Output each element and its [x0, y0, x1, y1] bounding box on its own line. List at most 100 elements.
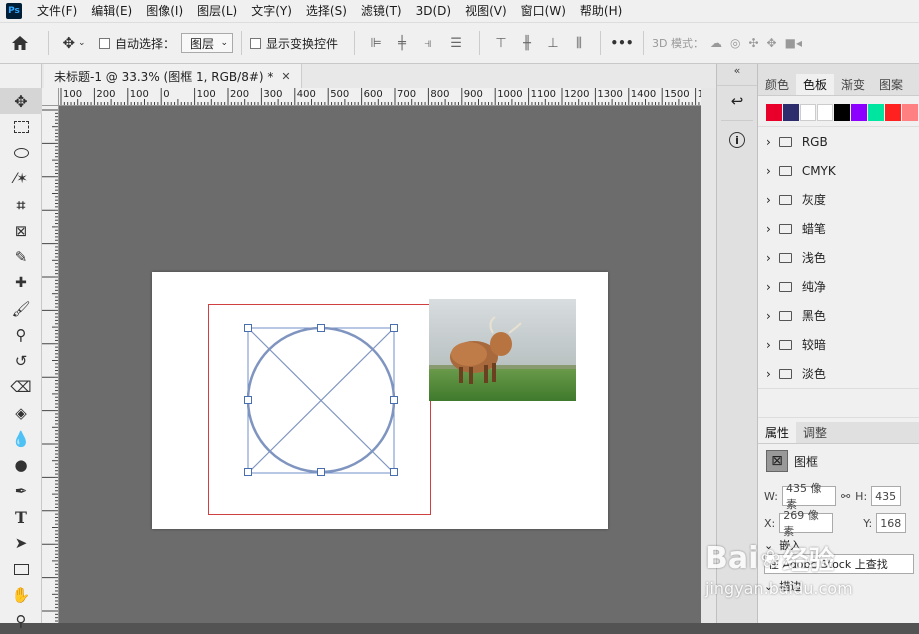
3d-orbit-icon[interactable]: ☁ — [710, 36, 722, 50]
canvas-area[interactable] — [59, 106, 701, 623]
type-tool[interactable]: T — [0, 504, 42, 530]
history-panel-button[interactable]: ↩ — [717, 86, 757, 116]
eraser-tool[interactable]: ⌫ — [0, 374, 42, 400]
width-field[interactable]: 435 像素 — [781, 482, 836, 511]
show-transform-checkbox[interactable] — [250, 37, 262, 49]
tab-color[interactable]: 颜色 — [758, 74, 796, 95]
swatch-group-rgb[interactable]: › RGB — [758, 127, 919, 156]
y-field[interactable]: 168 像 — [876, 513, 907, 533]
tab-gradient[interactable]: 渐变 — [834, 74, 872, 95]
close-icon[interactable]: ✕ — [281, 70, 290, 83]
collapse-panels-icon[interactable]: « — [717, 64, 757, 86]
more-options-button[interactable]: ••• — [609, 36, 635, 50]
move-tool-preset[interactable]: ✥ ⌄ — [57, 34, 91, 52]
menu-file[interactable]: 文件(F) — [30, 0, 84, 22]
auto-select-toggle[interactable]: 自动选择： — [99, 35, 175, 52]
swatch[interactable] — [868, 104, 885, 121]
auto-select-dropdown[interactable]: 图层 ⌄ — [181, 33, 234, 53]
swatch-group-grayscale[interactable]: › 灰度 — [758, 185, 919, 214]
transform-handle[interactable] — [390, 468, 398, 476]
align-vcenter-button[interactable]: ╫ — [514, 36, 540, 51]
3d-camera-icon[interactable]: ■◂ — [785, 36, 802, 50]
show-transform-toggle[interactable]: 显示变换控件 — [250, 35, 338, 52]
menu-help[interactable]: 帮助(H) — [573, 0, 629, 22]
menu-3d[interactable]: 3D(D) — [409, 0, 458, 22]
ellipse-frame[interactable] — [247, 327, 395, 475]
pen-tool[interactable]: ✒ — [0, 478, 42, 504]
swatch[interactable] — [782, 104, 799, 121]
swatch[interactable] — [799, 104, 817, 121]
swatch-group-dark[interactable]: › 黑色 — [758, 301, 919, 330]
clone-stamp-tool[interactable]: ⚲ — [0, 322, 42, 348]
align-hcenter-button[interactable]: ╪ — [389, 36, 415, 51]
ruler-origin[interactable] — [42, 88, 59, 106]
lasso-tool[interactable] — [0, 140, 42, 166]
menu-edit[interactable]: 编辑(E) — [84, 0, 139, 22]
swatch-group-pure[interactable]: › 纯净 — [758, 272, 919, 301]
align-top-button[interactable]: ⊤ — [488, 36, 514, 51]
swatch-group-light[interactable]: › 浅色 — [758, 243, 919, 272]
swatch[interactable] — [766, 104, 782, 121]
move-tool[interactable]: ✥ — [0, 88, 42, 114]
height-field[interactable]: 435 像 — [871, 486, 902, 506]
vertical-scrollbar[interactable] — [701, 88, 716, 623]
swatch-group-darker[interactable]: › 较暗 — [758, 330, 919, 359]
swatch[interactable] — [834, 104, 851, 121]
align-bottom-button[interactable]: ⊥ — [540, 36, 566, 51]
menu-window[interactable]: 窗口(W) — [514, 0, 573, 22]
transform-handle[interactable] — [317, 324, 325, 332]
transform-handle[interactable] — [244, 396, 252, 404]
link-icon[interactable]: ⚯ — [841, 490, 850, 503]
info-panel-button[interactable]: i — [717, 125, 757, 155]
document-tab[interactable]: 未标题-1 @ 33.3% (图框 1, RGB/8#) * ✕ — [44, 64, 302, 88]
tab-pattern[interactable]: 图案 — [872, 74, 910, 95]
swatch[interactable] — [817, 104, 834, 121]
healing-brush-tool[interactable]: ✚ — [0, 270, 42, 296]
menu-view[interactable]: 视图(V) — [458, 0, 514, 22]
3d-roll-icon[interactable]: ◎ — [730, 36, 740, 50]
auto-select-checkbox[interactable] — [99, 37, 110, 49]
hand-tool[interactable]: ✋ — [0, 582, 42, 608]
highland-cow-photo[interactable] — [429, 299, 576, 401]
menu-type[interactable]: 文字(Y) — [244, 0, 299, 22]
align-left-button[interactable]: ⊫ — [363, 36, 389, 51]
distribute-button[interactable]: ☰ — [441, 36, 471, 51]
home-button[interactable] — [0, 35, 40, 51]
transform-handle[interactable] — [244, 468, 252, 476]
eyedropper-tool[interactable]: ✎ — [0, 244, 42, 270]
brush-tool[interactable]: 🖌 — [0, 296, 42, 322]
menu-layer[interactable]: 图层(L) — [190, 0, 244, 22]
menu-filter[interactable]: 滤镜(T) — [354, 0, 409, 22]
swatch[interactable] — [902, 104, 918, 121]
menu-select[interactable]: 选择(S) — [299, 0, 354, 22]
tab-adjustments[interactable]: 调整 — [796, 422, 834, 443]
swatch-group-pastel[interactable]: › 蜡笔 — [758, 214, 919, 243]
align-right-button[interactable]: ⫣ — [415, 36, 441, 51]
swatch[interactable] — [885, 104, 901, 121]
marquee-tool[interactable] — [0, 114, 42, 140]
swatch[interactable] — [851, 104, 868, 121]
transform-handle[interactable] — [390, 324, 398, 332]
stroke-row[interactable]: ⌄ 描边 — [758, 576, 919, 596]
blur-tool[interactable]: 💧 — [0, 426, 42, 452]
swatch-group-faded[interactable]: › 淡色 — [758, 359, 919, 388]
x-field[interactable]: 269 像素 — [779, 509, 834, 538]
adobe-stock-search[interactable]: 在 Adobe Stock 上查找 — [764, 554, 914, 574]
3d-pan-icon[interactable]: ✣ — [748, 36, 758, 50]
zoom-tool[interactable]: ⚲ — [0, 608, 42, 634]
tab-swatches[interactable]: 色板 — [796, 74, 835, 95]
magic-wand-tool[interactable]: ⁄✶ — [0, 166, 42, 192]
tab-properties[interactable]: 属性 — [758, 422, 797, 443]
document-canvas[interactable] — [152, 272, 608, 529]
dodge-tool[interactable]: ● — [0, 452, 42, 478]
path-selection-tool[interactable]: ➤ — [0, 530, 42, 556]
transform-handle[interactable] — [244, 324, 252, 332]
3d-slide-icon[interactable]: ✥ — [767, 36, 777, 50]
frame-tool[interactable]: ⊠ — [0, 218, 42, 244]
history-brush-tool[interactable]: ↺ — [0, 348, 42, 374]
swatch-group-cmyk[interactable]: › CMYK — [758, 156, 919, 185]
menu-image[interactable]: 图像(I) — [139, 0, 190, 22]
rectangle-tool[interactable] — [0, 556, 42, 582]
distribute-v-button[interactable]: ⫼ — [566, 36, 592, 51]
paint-bucket-tool[interactable]: ◈ — [0, 400, 42, 426]
